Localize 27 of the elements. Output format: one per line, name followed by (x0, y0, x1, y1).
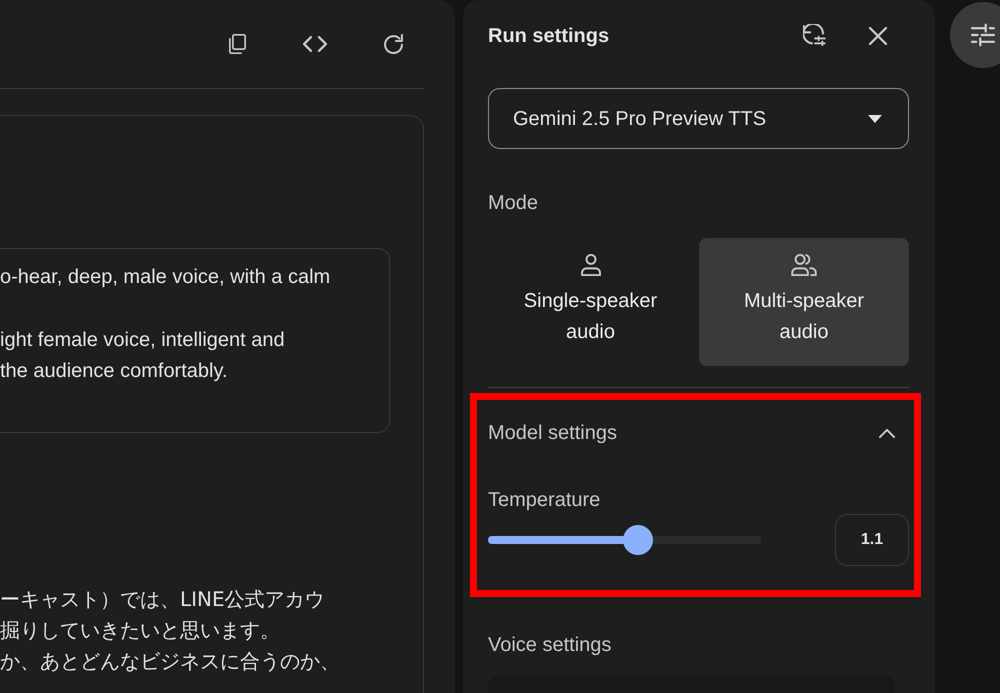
panel-title: Run settings (488, 24, 610, 49)
model-select[interactable]: Gemini 2.5 Pro Preview TTS (488, 88, 909, 149)
chevron-up-icon (879, 428, 895, 438)
code-icon (303, 36, 327, 52)
slider-thumb[interactable] (623, 525, 654, 555)
transcript-line: か、あとどんなビジネスに合うのか、 (0, 648, 341, 675)
copy-icon (228, 34, 246, 54)
section-label: Mode (488, 191, 540, 216)
circular-arrow-sliders-icon (803, 24, 827, 48)
instruction-text: o-hear, deep, male voice, with a calm (0, 265, 332, 290)
tune-button[interactable] (950, 2, 1000, 68)
section-title: Voice settings (488, 633, 612, 658)
transcript-line: 掘りしていきたいと思います。 (0, 617, 281, 644)
mode-option[interactable]: Multi-speaker audio (699, 238, 909, 366)
temperature-value-field[interactable]: 1.1 (835, 514, 909, 566)
refresh-icon (384, 34, 402, 54)
caret-icon (868, 114, 882, 122)
person-icon (580, 254, 600, 276)
close-icon (869, 27, 887, 45)
section-title: Model settings (488, 421, 617, 446)
sliders-icon (971, 23, 995, 47)
mode-option[interactable]: Single-speaker audio (488, 238, 693, 366)
transcript-line: ーキャスト）では、LINE公式アカウ (0, 586, 326, 613)
instruction-text: ight female voice, intelligent and (0, 328, 286, 352)
instruction-text: the audience comfortably. (0, 359, 229, 384)
people-icon (791, 254, 817, 276)
field-label: Temperature (488, 488, 602, 513)
